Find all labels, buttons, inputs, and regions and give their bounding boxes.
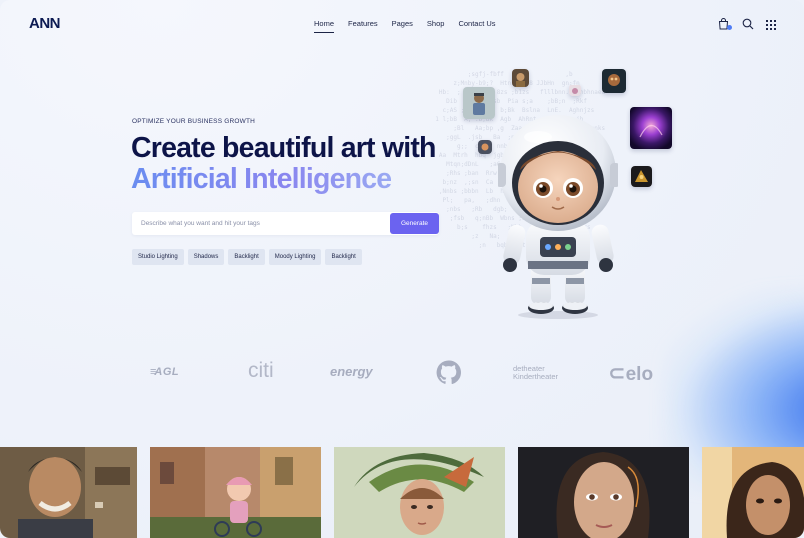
partner-logo-citi: citi <box>248 359 274 382</box>
tag-backlight-2[interactable]: Backlight <box>325 249 362 265</box>
floating-thumb-cosmic <box>630 107 672 149</box>
prompt-input[interactable] <box>141 218 381 229</box>
floating-thumb-robot <box>602 69 626 93</box>
hero-title-line1: Create beautiful art with <box>131 132 436 164</box>
logo[interactable]: ANN <box>29 15 61 32</box>
gallery-card-portrait[interactable] <box>518 447 689 538</box>
tag-backlight[interactable]: Backlight <box>228 249 265 265</box>
astronaut-illustration <box>498 115 618 319</box>
hero-title-line2: Artificial Intelligence <box>131 163 392 195</box>
search-icon[interactable] <box>742 17 754 30</box>
partner-logo-detheater: detheater Kindertheater <box>513 364 559 381</box>
tag-studio-lighting[interactable]: Studio Lighting <box>132 249 184 265</box>
nav-features[interactable]: Features <box>348 19 378 28</box>
partner-agl-text: AGL <box>154 366 180 378</box>
main-nav: Home Features Pages Shop Contact Us <box>314 19 510 33</box>
cart-badge <box>727 25 732 30</box>
tag-shadows[interactable]: Shadows <box>187 249 225 265</box>
hero-eyebrow: OPTIMIZE YOUR BUSINESS GROWTH <box>132 118 256 125</box>
partner-logo-energy: energy <box>330 364 373 379</box>
partner-logo-agl: ≡AGL <box>150 366 180 378</box>
partner-elo-text: elo <box>625 364 654 385</box>
nav-pages[interactable]: Pages <box>392 19 413 28</box>
nav-contact-us[interactable]: Contact Us <box>458 19 495 28</box>
tag-moody-lighting[interactable]: Moody Lighting <box>268 249 322 265</box>
shopping-bag-icon[interactable] <box>718 17 732 30</box>
prompt-search-bar: Generate <box>132 212 439 235</box>
floating-thumb-small <box>478 140 492 154</box>
nav-shop[interactable]: Shop <box>427 19 445 28</box>
grid-menu-icon[interactable] <box>766 17 777 30</box>
page: ANN Home Features Pages Shop Contact Us … <box>0 0 804 538</box>
github-icon <box>436 360 461 390</box>
gallery-card-girl-bike[interactable] <box>150 447 321 538</box>
gallery-card-golden-portrait[interactable] <box>702 447 804 538</box>
floating-thumb-gold <box>631 166 652 187</box>
partner-logo-elo: ⊂elo <box>608 362 654 385</box>
floating-thumb-doll <box>569 84 581 96</box>
header-actions <box>718 17 777 30</box>
gallery-card-leaf-woman[interactable] <box>334 447 505 538</box>
floating-thumb-warrior <box>512 69 529 87</box>
partner-logos: ≡AGL citi energy detheater Kindertheater… <box>0 359 804 386</box>
gallery-card-old-man[interactable] <box>0 447 137 538</box>
nav-home[interactable]: Home <box>314 19 335 33</box>
tag-list: Studio Lighting Shadows Backlight Moody … <box>132 249 362 265</box>
floating-thumb-explorer <box>463 87 495 119</box>
